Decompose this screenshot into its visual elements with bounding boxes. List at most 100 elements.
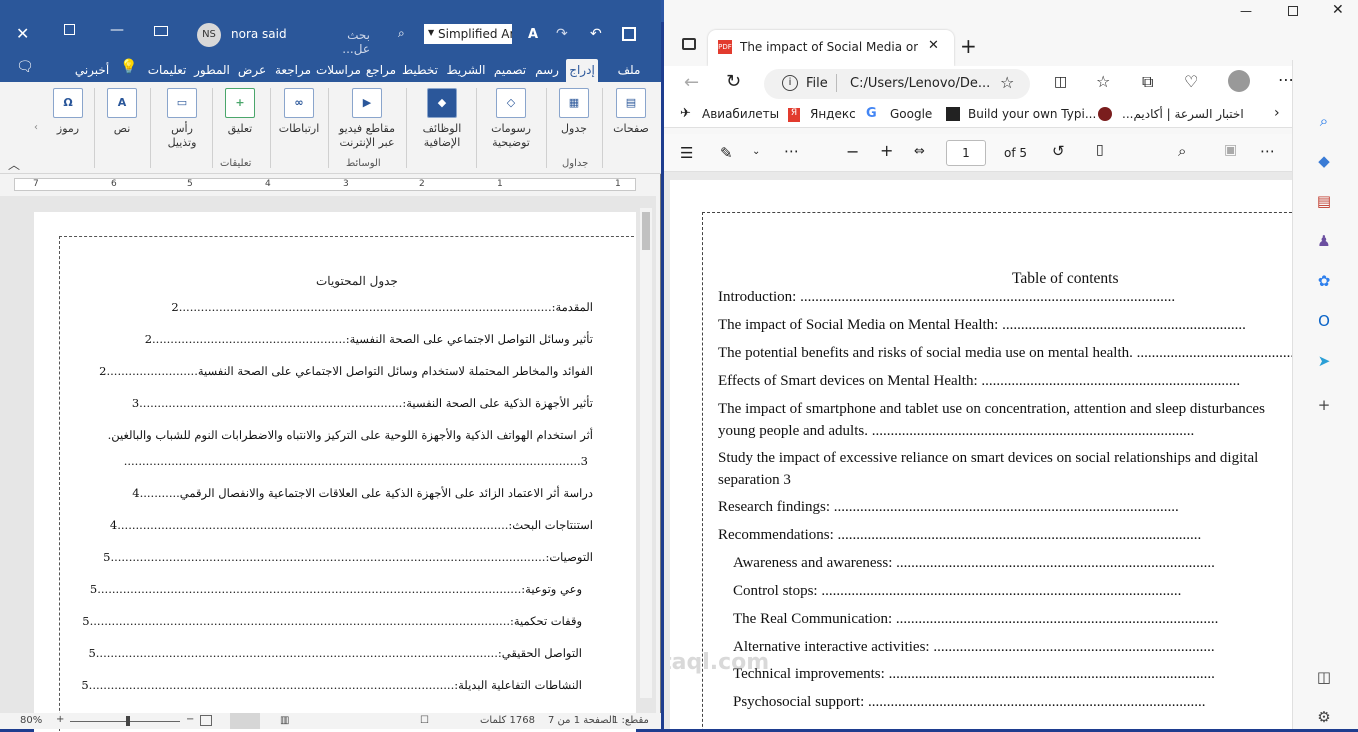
toc-entry[interactable]: دراسة أثر الاعتماد الزائد على الأجهزة ال… xyxy=(132,486,593,500)
chevron-down-icon[interactable]: ⌄ xyxy=(752,146,760,157)
zoom-in-icon[interactable]: + xyxy=(56,714,64,725)
toc-entry[interactable]: Psychosocial support: ..................… xyxy=(733,694,1292,711)
toc-entry[interactable]: التوصيات:...............................… xyxy=(103,550,593,564)
tab-references[interactable]: مراجع xyxy=(364,59,398,82)
word-page[interactable]: جدول المحتويات المقدمة:.................… xyxy=(34,212,636,732)
tab-developer[interactable]: المطور xyxy=(194,59,230,82)
pdf-page[interactable]: Table of contents Introduction: ........… xyxy=(670,180,1292,729)
search-icon[interactable]: ⌕ xyxy=(1313,110,1335,132)
horizontal-ruler[interactable]: 7 6 5 4 3 2 1 1 xyxy=(14,178,636,191)
tools-icon[interactable]: ▤ xyxy=(1313,190,1335,212)
toc-entry[interactable]: أثر استخدام الهواتف الذكية والأجهزة اللو… xyxy=(108,428,593,442)
toc-entry[interactable]: التواصل الحقيقي:........................… xyxy=(88,646,582,660)
collapse-ribbon-icon[interactable]: ︿ xyxy=(8,156,20,173)
chevron-down-icon[interactable]: ▼ xyxy=(428,28,434,37)
zoom-in-icon[interactable]: + xyxy=(880,141,893,160)
search-icon[interactable]: ⌕ xyxy=(398,26,405,41)
maximize-icon[interactable] xyxy=(64,24,75,35)
pdf-viewer[interactable]: Table of contents Introduction: ........… xyxy=(664,172,1302,729)
toc-entry[interactable]: separation 3 xyxy=(718,472,1292,489)
search-icon[interactable]: ⌕ xyxy=(1178,142,1186,160)
ribbon-scroll-icon[interactable]: ‹ xyxy=(34,122,38,133)
toc-entry[interactable]: Alternative interactive activities: ....… xyxy=(733,639,1292,656)
addins-button[interactable]: ◆ الوظائف الإضافية xyxy=(414,88,470,150)
add-icon[interactable]: + xyxy=(1313,394,1335,416)
more-icon[interactable]: ⋯ xyxy=(1260,142,1275,160)
toc-entry[interactable]: تأثير الأجهزة الذكية على الصحة النفسية:.… xyxy=(132,396,593,410)
info-icon[interactable]: i xyxy=(782,75,798,91)
minimize-icon[interactable]: — xyxy=(110,22,124,38)
word-vertical-scrollbar[interactable] xyxy=(640,208,652,698)
draw-icon[interactable]: ✎ xyxy=(720,144,733,162)
contents-icon[interactable]: ☰ xyxy=(680,144,693,162)
word-count[interactable]: 1768 كلمات xyxy=(480,715,535,726)
pages-button[interactable]: ▤ صفحات xyxy=(608,88,654,136)
online-video-button[interactable]: ▶ مقاطع فيديو عبر الإنترنت xyxy=(334,88,400,150)
toc-entry[interactable]: The potential benefits and risks of soci… xyxy=(718,345,1292,362)
toc-entry[interactable]: Recommendations: .......................… xyxy=(718,527,1292,544)
tab-insert[interactable]: إدراج xyxy=(566,59,598,82)
close-tab-icon[interactable]: ✕ xyxy=(928,38,939,53)
page-number-input[interactable]: 1 xyxy=(946,140,986,166)
save-icon[interactable]: ▣ xyxy=(1224,142,1237,158)
zoom-out-icon[interactable]: − xyxy=(846,142,859,161)
favorite-link[interactable]: اختبار السرعة | أكاديم... xyxy=(1122,107,1262,121)
toc-entry[interactable]: Awareness and awareness: ...............… xyxy=(733,555,1292,572)
toc-entry[interactable]: young people and adults. ...............… xyxy=(718,423,1292,440)
toc-entry[interactable]: Effects of Smart devices on Mental Healt… xyxy=(718,373,1292,390)
comment-button[interactable]: + تعليق xyxy=(218,88,262,136)
document-canvas[interactable]: جدول المحتويات المقدمة:.................… xyxy=(0,196,656,732)
read-mode-icon[interactable]: ▥ xyxy=(280,715,289,726)
favorite-link[interactable]: Авиабилеты xyxy=(702,107,779,121)
symbols-button[interactable]: Ω رموز xyxy=(50,88,86,136)
toc-entry[interactable]: Technical improvements: ................… xyxy=(733,666,1292,683)
url-text[interactable]: C:/Users/Lenovo/De... xyxy=(850,76,990,91)
back-icon[interactable]: ← xyxy=(684,72,699,93)
font-color-icon[interactable]: A xyxy=(528,27,538,42)
proofing-icon[interactable]: ☐ xyxy=(420,715,429,726)
close-icon[interactable]: ✕ xyxy=(16,24,29,43)
toc-entry[interactable]: Study the impact of excessive reliance o… xyxy=(718,450,1292,467)
refresh-icon[interactable]: ↻ xyxy=(726,71,741,92)
favorite-link[interactable]: Яндекс xyxy=(810,107,856,121)
shopping-icon[interactable]: ◆ xyxy=(1313,150,1335,172)
toc-entry[interactable]: 3.......................................… xyxy=(124,454,588,468)
toc-entry[interactable]: الفوائد والمخاطر المحتملة لاستخدام وسائل… xyxy=(99,364,593,378)
favorite-link[interactable]: Google xyxy=(890,107,932,121)
save-icon[interactable] xyxy=(622,27,636,41)
toc-entry[interactable]: Research findings: .....................… xyxy=(718,499,1292,516)
comments-icon[interactable]: 🗨 xyxy=(16,59,34,75)
toc-entry[interactable]: استنتاجات البحث:........................… xyxy=(110,518,593,532)
table-button[interactable]: ▦ جدول xyxy=(554,88,594,136)
zoom-level[interactable]: 80% xyxy=(20,715,42,726)
scrollbar-thumb[interactable] xyxy=(642,212,650,250)
performance-icon[interactable]: ♡ xyxy=(1184,72,1198,91)
sidebar-toggle-icon[interactable]: ◫ xyxy=(1313,666,1335,688)
tab-ribbon[interactable]: الشريط xyxy=(444,59,488,82)
favorites-icon[interactable]: ☆ xyxy=(1096,72,1110,91)
redo-icon[interactable]: ↷ xyxy=(556,26,568,42)
tab-help[interactable]: تعليمات xyxy=(146,59,188,82)
tab-pdf[interactable]: PDF The impact of Social Media on M ✕ xyxy=(708,30,954,66)
text-button[interactable]: A نص xyxy=(104,88,140,136)
toc-entry[interactable]: وقفات تحكمية:...........................… xyxy=(82,614,582,628)
print-layout-icon[interactable] xyxy=(230,713,260,729)
tab-mailings[interactable]: مراسلات xyxy=(316,59,361,82)
toc-entry[interactable]: وعي وتوعية:.............................… xyxy=(90,582,582,596)
toc-entry[interactable]: Control stops: .........................… xyxy=(733,583,1292,600)
search-input[interactable]: بحث عل... xyxy=(320,28,370,56)
chevron-right-icon[interactable]: › xyxy=(1274,105,1280,121)
toc-entry[interactable]: المقدمة:................................… xyxy=(171,300,593,314)
url-box[interactable]: i File C:/Users/Lenovo/De... ☆ xyxy=(764,69,1030,99)
zoom-out-icon[interactable]: − xyxy=(186,714,194,725)
illustrations-button[interactable]: ◇ رسومات توضيحية xyxy=(482,88,540,150)
copilot-apps-icon[interactable]: ✿ xyxy=(1313,270,1335,292)
new-tab-icon[interactable]: + xyxy=(960,34,977,58)
zoom-slider[interactable] xyxy=(70,721,180,722)
page-indicator[interactable]: الصفحة 1 من 7 xyxy=(548,715,615,726)
profile-avatar[interactable] xyxy=(1228,70,1250,92)
toc-entry[interactable]: The impact of Social Media on Mental Hea… xyxy=(718,317,1292,334)
tab-view[interactable]: عرض xyxy=(236,59,268,82)
page-view-icon[interactable]: ▯ xyxy=(1096,142,1104,158)
tab-review[interactable]: مراجعة xyxy=(272,59,314,82)
